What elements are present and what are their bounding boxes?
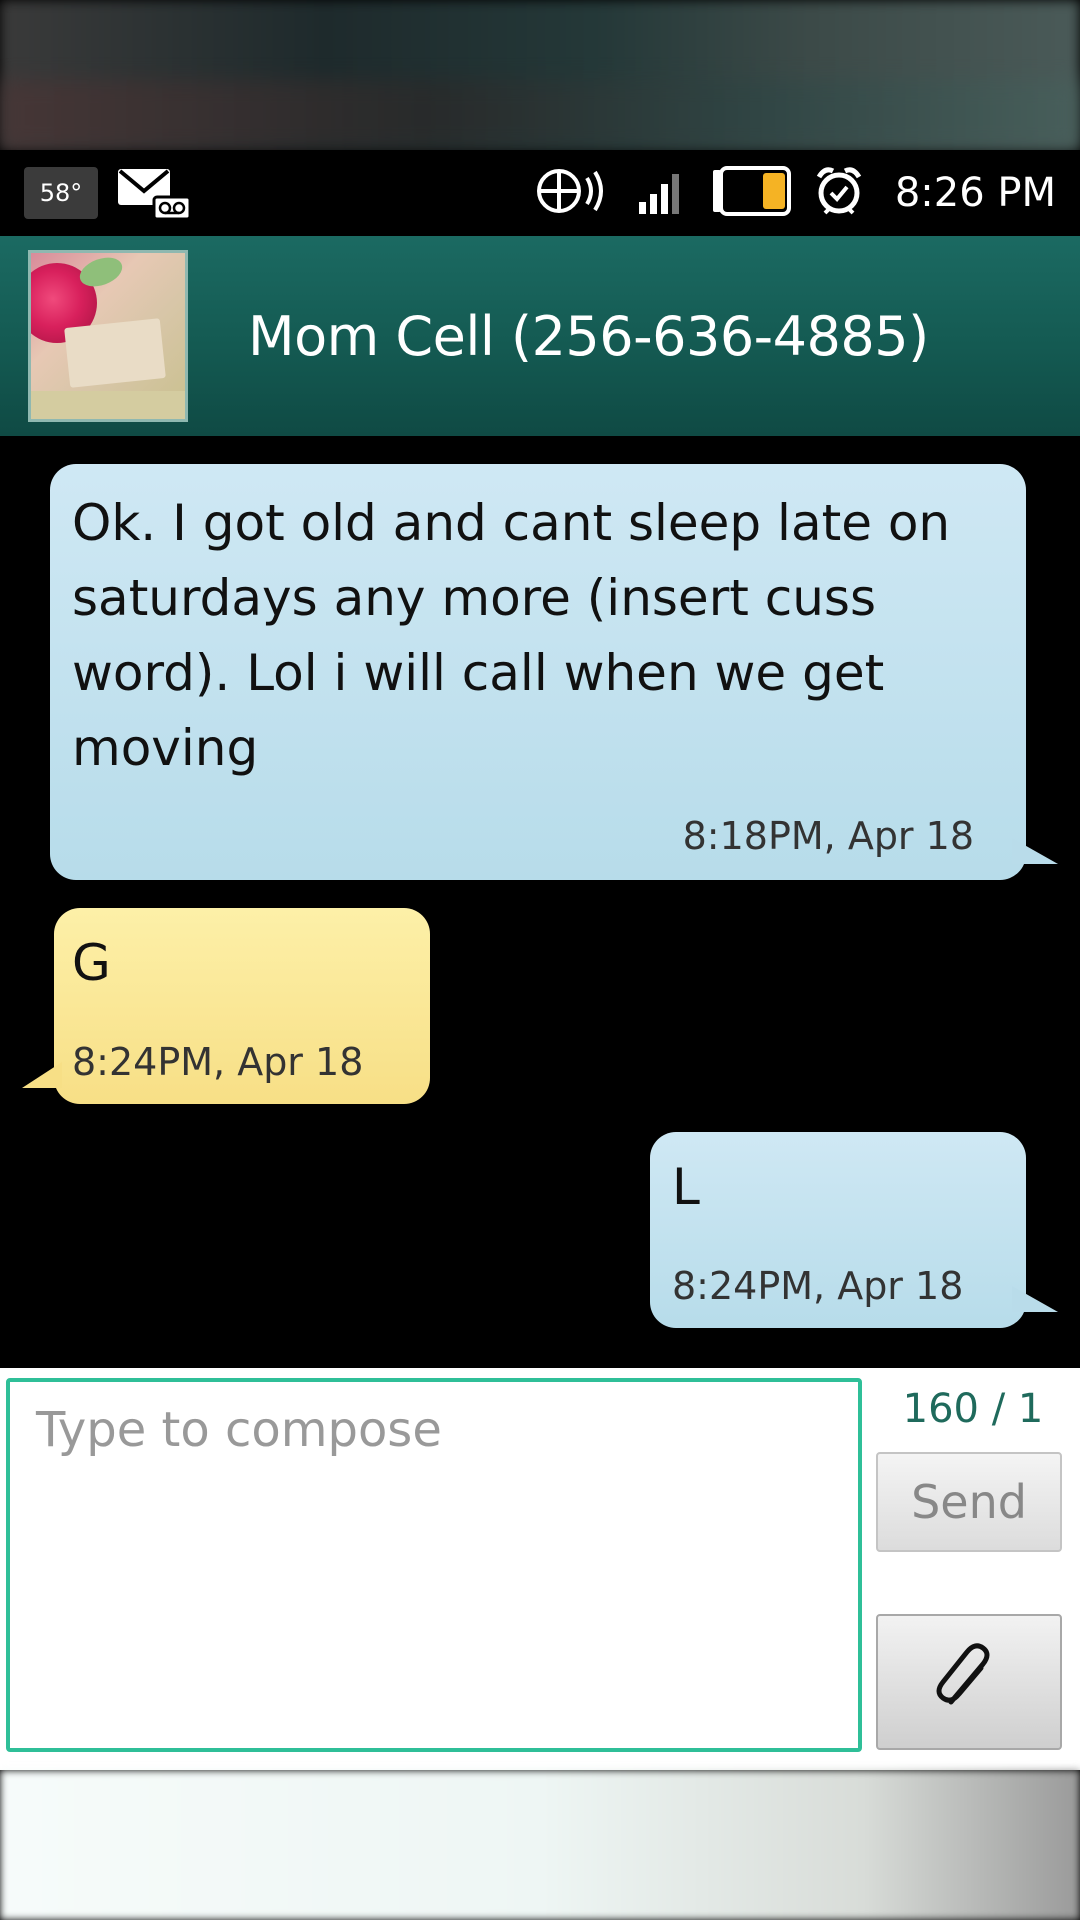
message-timestamp: 8:18PM, Apr 18 [682, 814, 974, 858]
weather-temperature: 58° [24, 167, 98, 219]
message-text: G [72, 934, 111, 992]
bubble-tail [22, 1062, 62, 1088]
data-sync-icon [535, 166, 615, 220]
message-timestamp: 8:24PM, Apr 18 [72, 1040, 364, 1084]
bubble-tail [1012, 838, 1058, 864]
bubble-tail [1012, 1286, 1058, 1312]
bottom-photo-frame [0, 1770, 1080, 1920]
top-photo-frame-accent [0, 80, 1080, 150]
send-button[interactable]: Send [876, 1452, 1062, 1552]
attach-button[interactable] [876, 1614, 1062, 1750]
contact-avatar[interactable] [28, 250, 188, 422]
message-bubble-outgoing[interactable]: Ok. I got old and cant sleep late on sat… [50, 464, 1026, 880]
conversation-thread[interactable]: Ok. I got old and cant sleep late on sat… [0, 436, 1080, 1368]
status-bar: 58° 8:26 PM [0, 150, 1080, 236]
status-time: 8:26 PM [894, 170, 1056, 216]
compose-input[interactable] [6, 1378, 862, 1752]
avatar-card [64, 318, 166, 388]
message-bubble-incoming[interactable]: G 8:24PM, Apr 18 [54, 908, 430, 1104]
alarm-icon [815, 165, 863, 221]
compose-area: 160 / 1 Send [0, 1368, 1080, 1770]
character-counter: 160 / 1 [902, 1386, 1044, 1432]
avatar-base [31, 391, 185, 419]
battery-icon [711, 166, 793, 220]
voicemail-mail-icon [116, 163, 194, 223]
signal-icon [637, 166, 689, 220]
message-timestamp: 8:24PM, Apr 18 [672, 1264, 964, 1308]
contact-header: Mom Cell (256-636-4885) [0, 236, 1080, 436]
message-bubble-outgoing[interactable]: L 8:24PM, Apr 18 [650, 1132, 1026, 1328]
contact-name: Mom Cell (256-636-4885) [248, 304, 929, 368]
paperclip-icon [929, 1640, 1009, 1724]
message-text: Ok. I got old and cant sleep late on sat… [72, 494, 951, 777]
message-text: L [672, 1158, 700, 1216]
